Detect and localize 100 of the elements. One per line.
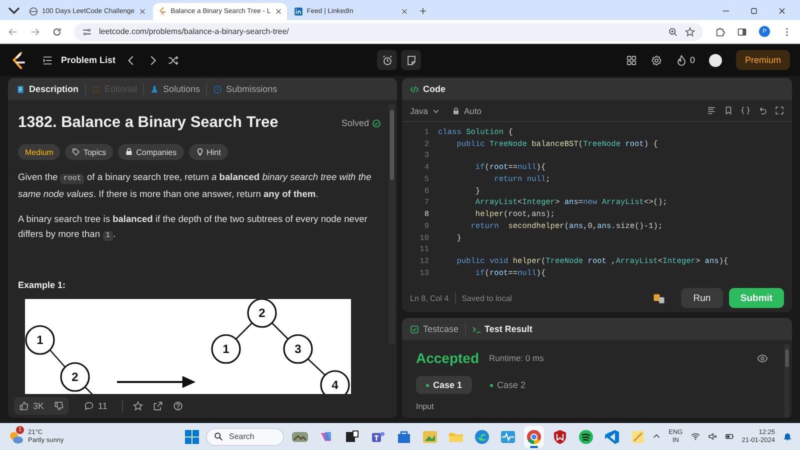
difficulty-badge: Medium — [18, 144, 60, 160]
sound-waves-circle-icon[interactable] — [578, 428, 594, 444]
pulse-icon[interactable] — [500, 428, 516, 444]
input-label: Input — [416, 402, 435, 411]
save-status: Saved to local — [462, 294, 512, 302]
notification-bell-icon[interactable] — [783, 432, 792, 441]
bookmark-icon[interactable] — [724, 106, 733, 115]
new-tab-icon[interactable] — [418, 7, 427, 15]
settings-icon[interactable] — [650, 54, 662, 66]
thumbs-down-icon — [54, 401, 64, 411]
close-icon[interactable] — [274, 8, 282, 15]
timer-button[interactable] — [377, 50, 397, 70]
taskbar-search-field[interactable]: Search — [206, 428, 284, 446]
tag-chip[interactable]: Hint — [188, 144, 228, 160]
maximize-icon[interactable] — [750, 7, 758, 15]
node-label: 2 — [72, 370, 78, 384]
checkbox-icon — [410, 324, 419, 334]
translate-icon — [653, 292, 665, 304]
zoom-icon[interactable] — [668, 26, 678, 36]
eye-icon[interactable] — [757, 352, 768, 364]
problem-list-link[interactable]: Problem List — [42, 54, 116, 66]
site-settings-icon[interactable] — [82, 26, 92, 36]
streak-counter[interactable]: 0 — [676, 54, 695, 66]
node-label: 1 — [36, 333, 44, 347]
braces-icon[interactable] — [741, 106, 750, 115]
list-icon — [42, 54, 53, 66]
tag-chip[interactable]: Companies — [118, 144, 184, 160]
logo-icon — [10, 51, 26, 69]
node-label: 3 — [294, 342, 302, 356]
check-circle-icon — [372, 118, 381, 128]
windows-logo-icon[interactable] — [184, 428, 200, 444]
site-icon — [29, 7, 38, 16]
bookmark-star-icon[interactable] — [685, 26, 695, 36]
site-icon — [158, 7, 167, 16]
squares-icon[interactable] — [344, 428, 360, 444]
tag-chip[interactable]: Topics — [65, 144, 114, 160]
example-heading: Example 1: — [18, 280, 67, 290]
panel-tab[interactable]: Submissions — [213, 84, 278, 94]
runtime-text: Runtime: 0 ms — [489, 353, 545, 363]
node-label: 4 — [332, 378, 338, 392]
lightbulb-icon — [196, 148, 204, 156]
case-tab[interactable]: Case 1 — [416, 376, 472, 394]
tag-icon — [72, 148, 80, 156]
ribbon-icon[interactable] — [604, 428, 620, 444]
site-icon — [294, 7, 303, 16]
panel-tab[interactable]: Code — [410, 84, 446, 94]
bag-icon[interactable] — [396, 428, 412, 444]
expand-icon[interactable] — [775, 106, 784, 115]
run-button[interactable]: Run — [681, 288, 723, 308]
mode-selector[interactable]: Auto — [452, 106, 482, 116]
comment-icon — [84, 401, 94, 411]
star-icon[interactable] — [133, 401, 144, 411]
note-icon — [406, 54, 416, 66]
share-icon[interactable] — [153, 401, 164, 411]
problem-title: 1382. Balance a Binary Search Tree — [18, 114, 280, 132]
circle-logo-icon[interactable] — [526, 428, 542, 444]
side-panel-icon[interactable] — [737, 26, 747, 36]
shuffle-icon[interactable] — [168, 54, 179, 66]
reset-icon[interactable] — [758, 106, 767, 115]
panel-tab[interactable]: Testcase — [410, 324, 459, 334]
address-field[interactable]: leetcode.com/problems/balance-a-binary-search-tree/ — [74, 22, 703, 40]
flame-icon — [676, 54, 687, 66]
caret-icon — [432, 106, 440, 114]
verdict-text: Accepted — [416, 350, 480, 366]
solved-status: Solved — [341, 118, 381, 128]
comments-button[interactable]: 11 — [79, 397, 112, 415]
case-tab[interactable]: Case 2 — [480, 376, 536, 394]
photo-icon[interactable] — [422, 428, 438, 444]
clock-icon — [213, 84, 222, 94]
help-icon[interactable] — [173, 401, 184, 411]
shield-icon[interactable] — [552, 428, 568, 444]
panel-tab[interactable]: Description — [16, 84, 79, 94]
lock-icon — [125, 148, 134, 156]
muted-speaker-icon[interactable] — [708, 432, 717, 441]
wifi-icon[interactable] — [690, 432, 700, 441]
panel-tab[interactable]: Solutions — [150, 84, 200, 94]
battery-icon[interactable] — [724, 432, 734, 441]
close-icon[interactable] — [400, 8, 408, 15]
extensions-icon[interactable] — [715, 26, 725, 36]
close-icon[interactable] — [138, 8, 146, 15]
notes-button[interactable] — [401, 50, 421, 70]
lock-icon — [452, 106, 460, 114]
active-indicator — [530, 446, 538, 448]
thumbs-up-icon — [19, 401, 29, 411]
node-label: 1 — [222, 342, 230, 356]
reload-icon[interactable] — [52, 26, 62, 36]
cursor-position: Ln 8, Col 4 — [410, 294, 449, 302]
node-label: 2 — [258, 306, 266, 320]
terminal-icon — [472, 324, 481, 334]
format-icon[interactable] — [707, 106, 716, 115]
language-dropdown[interactable]: Java — [410, 106, 440, 116]
code-icon — [410, 84, 419, 94]
flask-icon — [150, 84, 160, 94]
close-icon[interactable] — [778, 7, 786, 15]
panel-tab[interactable]: Test Result — [472, 324, 532, 334]
document-icon — [16, 84, 25, 94]
grid-icon[interactable] — [626, 54, 637, 66]
user-avatar[interactable] — [708, 54, 722, 66]
wave-circle-icon[interactable] — [474, 428, 490, 444]
premium-button[interactable]: Premium — [736, 50, 790, 70]
